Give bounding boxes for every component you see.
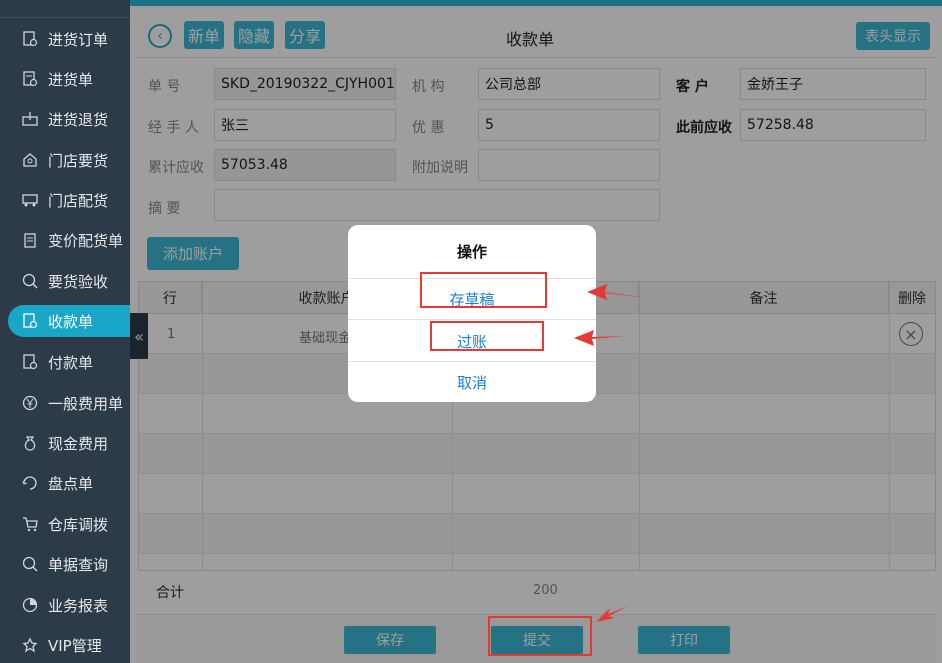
cash-bag-icon bbox=[22, 435, 38, 451]
dialog-title: 操作 bbox=[348, 225, 596, 279]
annotation-box-save-draft bbox=[420, 272, 547, 308]
pie-chart-icon bbox=[22, 597, 38, 613]
sidebar-item-price-change[interactable]: 变价配货单 bbox=[0, 220, 130, 260]
sidebar-item-store-request[interactable]: 门店要货 bbox=[0, 140, 130, 180]
sidebar: 进货订单 进货单 进货退货 门店要货 门店配货 变价配货单 要货验收 收款单 付… bbox=[0, 0, 148, 663]
sidebar-item-label: 门店要货 bbox=[48, 151, 109, 170]
sidebar-item-label: 要货验收 bbox=[48, 272, 109, 291]
annotation-box-post bbox=[430, 321, 544, 351]
warehouse-transfer-icon bbox=[22, 516, 38, 532]
inventory-icon bbox=[22, 475, 38, 491]
sidebar-item-label: 变价配货单 bbox=[48, 231, 124, 250]
sidebar-item-label: 一般费用单 bbox=[48, 394, 124, 413]
annotation-box-submit bbox=[488, 616, 592, 656]
sidebar-item-doc-search[interactable]: 单据查询 bbox=[0, 544, 130, 584]
annotation-arrow-icon bbox=[574, 330, 624, 346]
sidebar-item-label: 收款单 bbox=[48, 312, 94, 331]
sidebar-item-business-report[interactable]: 业务报表 bbox=[0, 585, 130, 625]
price-change-icon bbox=[22, 232, 38, 248]
payment-icon bbox=[22, 354, 38, 370]
sidebar-item-payment[interactable]: 付款单 bbox=[0, 342, 130, 382]
sidebar-item-label: 业务报表 bbox=[48, 596, 109, 615]
sidebar-item-acceptance[interactable]: 要货验收 bbox=[0, 261, 130, 301]
sidebar-item-purchase[interactable]: 进货单 bbox=[0, 59, 130, 99]
sidebar-item-vip[interactable]: VIP管理 bbox=[0, 625, 130, 663]
sidebar-item-label: 门店配货 bbox=[48, 191, 109, 210]
receipt-icon bbox=[22, 313, 38, 329]
sidebar-item-label: 进货单 bbox=[48, 70, 94, 89]
sidebar-item-label: 付款单 bbox=[48, 353, 94, 372]
sidebar-item-inventory[interactable]: 盘点单 bbox=[0, 463, 130, 503]
sidebar-top-divider bbox=[0, 0, 130, 18]
sidebar-item-label: 进货订单 bbox=[48, 30, 109, 49]
sidebar-item-warehouse-transfer[interactable]: 仓库调拨 bbox=[0, 504, 130, 544]
sidebar-item-general-expense[interactable]: 一般费用单 bbox=[0, 383, 130, 423]
sidebar-item-store-distribution[interactable]: 门店配货 bbox=[0, 180, 130, 220]
purchase-return-icon bbox=[22, 111, 38, 127]
search-doc-icon bbox=[22, 556, 38, 572]
acceptance-icon bbox=[22, 273, 38, 289]
cancel-option[interactable]: 取消 bbox=[348, 362, 596, 402]
annotation-arrow-icon bbox=[596, 606, 628, 622]
sidebar-item-label: VIP管理 bbox=[48, 636, 102, 655]
yen-icon bbox=[22, 395, 38, 411]
sidebar-item-label: 现金费用 bbox=[48, 434, 109, 453]
sidebar-item-receipt[interactable]: 收款单 bbox=[0, 301, 148, 341]
sidebar-item-cash-expense[interactable]: 现金费用 bbox=[0, 423, 130, 463]
sidebar-item-purchase-return[interactable]: 进货退货 bbox=[0, 99, 130, 139]
sidebar-item-label: 盘点单 bbox=[48, 474, 94, 493]
purchase-icon bbox=[22, 71, 38, 87]
sidebar-item-label: 仓库调拨 bbox=[48, 515, 109, 534]
action-dialog: 操作 存草稿 过账 取消 bbox=[348, 225, 596, 402]
purchase-order-icon bbox=[22, 31, 38, 47]
sidebar-item-purchase-order[interactable]: 进货订单 bbox=[0, 19, 130, 59]
store-request-icon bbox=[22, 152, 38, 168]
vip-icon bbox=[22, 637, 38, 653]
annotation-arrow-icon bbox=[587, 284, 647, 300]
sidebar-item-label: 进货退货 bbox=[48, 110, 109, 129]
store-distribution-icon bbox=[22, 192, 38, 208]
sidebar-item-label: 单据查询 bbox=[48, 555, 109, 574]
